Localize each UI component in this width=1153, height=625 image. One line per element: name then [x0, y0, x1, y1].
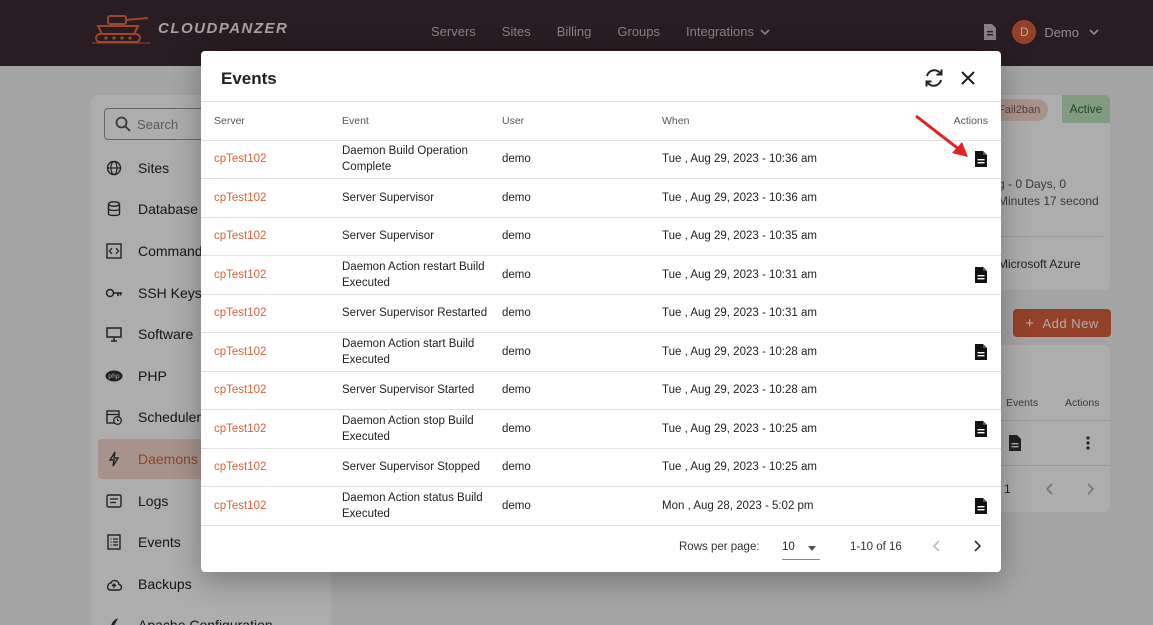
cell-event: Daemon Action restart Build Executed [342, 255, 502, 295]
cell-event: Daemon Action start Build Executed [342, 332, 502, 372]
column-header-event[interactable]: Event [342, 102, 502, 141]
cell-actions [912, 217, 1001, 256]
cell-event: Server Supervisor [342, 217, 502, 256]
view-log-document-icon[interactable] [974, 151, 988, 168]
server-link[interactable]: cpTest102 [214, 461, 266, 473]
cell-event: Daemon Action status Build Executed [342, 486, 502, 526]
cell-when: Tue , Aug 29, 2023 - 10:31 am [662, 255, 912, 295]
cell-event: Server Supervisor Restarted [342, 294, 502, 333]
view-log-document-icon[interactable] [974, 497, 988, 514]
events-table: Server Event User When Actions cpTest102… [201, 102, 1001, 526]
cell-user: demo [502, 486, 662, 526]
table-row: cpTest102 Daemon Action stop Build Execut… [201, 409, 1001, 449]
cell-actions [912, 448, 1001, 487]
table-row: cpTest102 Server Supervisor Stopped demo Tu… [201, 448, 1001, 487]
table-row: cpTest102 Server Supervisor Started demo Tu… [201, 371, 1001, 410]
server-link[interactable]: cpTest102 [214, 423, 266, 435]
cell-server: cpTest102 [201, 255, 342, 295]
cell-when: Tue , Aug 29, 2023 - 10:36 am [662, 140, 912, 179]
cell-server: cpTest102 [201, 178, 342, 218]
table-row: cpTest102 Server Supervisor demo Tue , Aug … [201, 178, 1001, 218]
cell-server: cpTest102 [201, 371, 342, 410]
cell-server: cpTest102 [201, 294, 342, 333]
table-row: cpTest102 Daemon Action start Build Execu… [201, 332, 1001, 372]
cell-actions [912, 371, 1001, 410]
cell-actions [912, 409, 1001, 449]
view-log-document-icon[interactable] [974, 420, 988, 437]
cell-when: Tue , Aug 29, 2023 - 10:25 am [662, 448, 912, 487]
close-icon[interactable] [958, 68, 978, 88]
cell-when: Tue , Aug 29, 2023 - 10:28 am [662, 332, 912, 372]
server-link[interactable]: cpTest102 [214, 153, 266, 165]
cell-user: demo [502, 448, 662, 487]
cell-actions [912, 332, 1001, 372]
cell-user: demo [502, 217, 662, 256]
cell-when: Tue , Aug 29, 2023 - 10:36 am [662, 178, 912, 218]
server-link[interactable]: cpTest102 [214, 192, 266, 204]
cell-event: Daemon Build Operation Complete [342, 140, 502, 179]
chevron-left-icon[interactable] [933, 540, 941, 552]
cell-when: Tue , Aug 29, 2023 - 10:31 am [662, 294, 912, 333]
view-log-document-icon[interactable] [974, 266, 988, 283]
cell-actions [912, 486, 1001, 526]
table-row: cpTest102 Daemon Action restart Build Exe… [201, 255, 1001, 295]
cell-server: cpTest102 [201, 448, 342, 487]
table-header-row: Server Event User When Actions [201, 102, 1001, 141]
events-dialog: Events Server Event User When Actions cp… [201, 51, 1001, 572]
cell-event: Server Supervisor [342, 178, 502, 218]
cell-server: cpTest102 [201, 409, 342, 449]
cell-actions [912, 178, 1001, 218]
cell-when: Tue , Aug 29, 2023 - 10:25 am [662, 409, 912, 449]
cell-user: demo [502, 294, 662, 333]
column-header-user[interactable]: User [502, 102, 662, 141]
server-link[interactable]: cpTest102 [214, 269, 266, 281]
cell-actions [912, 294, 1001, 333]
table-row: cpTest102 Daemon Build Operation Complete… [201, 140, 1001, 179]
cell-user: demo [502, 409, 662, 449]
rows-per-page-value: 10 [782, 541, 795, 553]
events-table-body: cpTest102 Daemon Build Operation Complete… [201, 140, 1001, 526]
cell-user: demo [502, 178, 662, 218]
cell-when: Tue , Aug 29, 2023 - 10:28 am [662, 371, 912, 410]
cell-user: demo [502, 140, 662, 179]
rows-per-page-label: Rows per page: [679, 541, 760, 553]
rows-per-page-select[interactable]: 10 [782, 535, 820, 560]
cell-server: cpTest102 [201, 486, 342, 526]
column-header-server[interactable]: Server [201, 102, 342, 141]
server-link[interactable]: cpTest102 [214, 230, 266, 242]
server-link[interactable]: cpTest102 [214, 307, 266, 319]
column-header-when[interactable]: When [662, 102, 912, 141]
cell-when: Tue , Aug 29, 2023 - 10:35 am [662, 217, 912, 256]
refresh-icon[interactable] [923, 67, 945, 89]
table-pagination: Rows per page: 10 1-10 of 16 [201, 525, 1001, 569]
server-link[interactable]: cpTest102 [214, 346, 266, 358]
cell-user: demo [502, 255, 662, 295]
chevron-right-icon[interactable] [973, 540, 981, 552]
cell-actions [912, 255, 1001, 295]
table-row: cpTest102 Server Supervisor Restarted demo… [201, 294, 1001, 333]
pagination-range: 1-10 of 16 [850, 541, 902, 553]
dropdown-arrow-icon [808, 546, 816, 551]
table-row: cpTest102 Daemon Action status Build Exec… [201, 486, 1001, 526]
dialog-title: Events [221, 69, 277, 88]
view-log-document-icon[interactable] [974, 343, 988, 360]
cell-server: cpTest102 [201, 217, 342, 256]
annotation-arrow-icon [915, 114, 968, 157]
server-link[interactable]: cpTest102 [214, 384, 266, 396]
cell-event: Server Supervisor Started [342, 371, 502, 410]
cell-event: Server Supervisor Stopped [342, 448, 502, 487]
cell-user: demo [502, 371, 662, 410]
cell-server: cpTest102 [201, 140, 342, 179]
server-link[interactable]: cpTest102 [214, 500, 266, 512]
cell-event: Daemon Action stop Build Executed [342, 409, 502, 449]
cell-when: Mon , Aug 28, 2023 - 5:02 pm [662, 486, 912, 526]
cell-user: demo [502, 332, 662, 372]
cell-server: cpTest102 [201, 332, 342, 372]
table-row: cpTest102 Server Supervisor demo Tue , Aug … [201, 217, 1001, 256]
